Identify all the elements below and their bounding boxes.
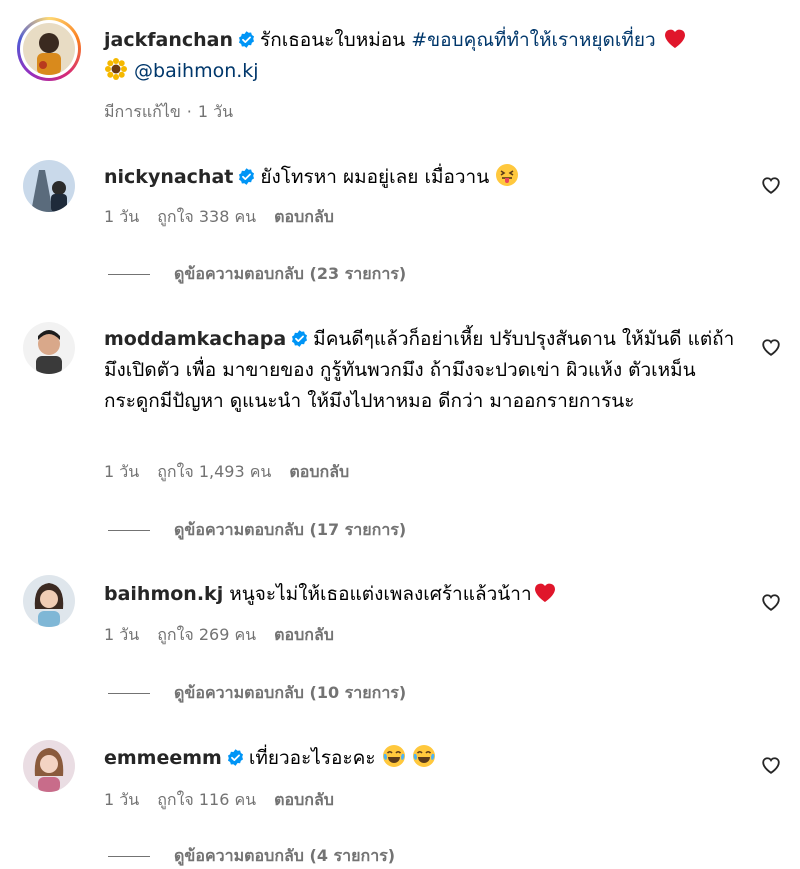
- view-replies-label: ดูข้อความตอบกลับ (23 รายการ): [174, 264, 407, 283]
- comment-text: baihmon.kj หนูจะไม่ให้เธอแต่งเพลงเศร้าแล…: [104, 579, 744, 610]
- comment-body: ยังโทรหา ผมอยู่เลย เมื่อวาน: [260, 166, 490, 188]
- verified-badge-icon: [239, 168, 255, 185]
- sunflower-icon: [105, 58, 127, 80]
- comment-username[interactable]: emmeemm: [104, 747, 222, 769]
- like-heart-icon[interactable]: [760, 174, 782, 196]
- tongue-wink-emoji-icon: [496, 164, 519, 186]
- reply-button[interactable]: ตอบกลับ: [274, 625, 334, 644]
- comment-username[interactable]: baihmon.kj: [104, 583, 223, 605]
- tears-of-joy-emoji-icon: [412, 745, 435, 767]
- likes-count[interactable]: ถูกใจ 116 คน: [157, 790, 256, 809]
- caption-body: รักเธอนะใบหม่อน: [259, 29, 406, 51]
- likes-count[interactable]: ถูกใจ 338 คน: [157, 207, 256, 226]
- reply-button[interactable]: ตอบกลับ: [274, 207, 334, 226]
- comment-text: moddamkachapa มีคนดีๆแล้วก็อย่าเหี้ย ปรับ…: [104, 324, 744, 417]
- caption-hashtag[interactable]: #ขอบคุณที่ทำให้เราหยุดเที่ยว: [411, 29, 655, 51]
- avatar[interactable]: [23, 575, 75, 627]
- likes-count[interactable]: ถูกใจ 1,493 คน: [157, 462, 271, 481]
- comment-time[interactable]: 1 วัน: [104, 207, 139, 226]
- comment-meta: 1 วัน ถูกใจ 269 คน ตอบกลับ: [104, 623, 352, 648]
- post-time[interactable]: 1 วัน: [198, 102, 233, 121]
- view-replies-label: ดูข้อความตอบกลับ (10 รายการ): [174, 683, 407, 702]
- comment-username[interactable]: moddamkachapa: [104, 328, 286, 350]
- view-replies-button[interactable]: ดูข้อความตอบกลับ (4 รายการ): [108, 844, 395, 869]
- like-heart-icon[interactable]: [760, 754, 782, 776]
- avatar[interactable]: [23, 740, 75, 792]
- story-ring[interactable]: [17, 17, 81, 81]
- comment-text: nickynachat ยังโทรหา ผมอยู่เลย เมื่อวาน: [104, 162, 744, 193]
- caption-text: jackfanchan รักเธอนะใบหม่อน #ขอบคุณที่ทำใ…: [104, 25, 744, 87]
- comment-meta: 1 วัน ถูกใจ 338 คน ตอบกลับ: [104, 205, 352, 230]
- verified-badge-icon: [227, 749, 243, 766]
- comment-text: emmeemm เที่ยวอะไรอะคะ: [104, 743, 744, 774]
- comment-meta: 1 วัน ถูกใจ 116 คน ตอบกลับ: [104, 788, 352, 813]
- comment-body: หนูจะไม่ให้เธอแต่งเพลงเศร้าแล้วน้าา: [229, 583, 532, 605]
- red-heart-icon: [534, 583, 555, 602]
- view-replies-button[interactable]: ดูข้อความตอบกลับ (10 รายการ): [108, 681, 406, 706]
- post-caption: jackfanchan รักเธอนะใบหม่อน #ขอบคุณที่ทำใ…: [0, 0, 800, 130]
- divider-line: [108, 274, 150, 275]
- view-replies-label: ดูข้อความตอบกลับ (17 รายการ): [174, 520, 407, 539]
- comment-username[interactable]: nickynachat: [104, 166, 233, 188]
- avatar[interactable]: [23, 322, 75, 374]
- like-heart-icon[interactable]: [760, 336, 782, 358]
- divider-line: [108, 693, 150, 694]
- likes-count[interactable]: ถูกใจ 269 คน: [157, 625, 256, 644]
- post-meta: มีการแก้ไข · 1 วัน: [104, 102, 234, 121]
- comment-meta: 1 วัน ถูกใจ 1,493 คน ตอบกลับ: [104, 460, 367, 485]
- divider-line: [108, 530, 150, 531]
- tears-of-joy-emoji-icon: [382, 745, 405, 767]
- view-replies-button[interactable]: ดูข้อความตอบกลับ (17 รายการ): [108, 518, 406, 543]
- view-replies-label: ดูข้อความตอบกลับ (4 รายการ): [174, 846, 396, 865]
- comment-time[interactable]: 1 วัน: [104, 462, 139, 481]
- view-replies-button[interactable]: ดูข้อความตอบกลับ (23 รายการ): [108, 262, 406, 287]
- avatar[interactable]: [23, 23, 75, 75]
- comment-item: baihmon.kj หนูจะไม่ให้เธอแต่งเพลงเศร้าแล…: [0, 565, 800, 705]
- verified-badge-icon: [292, 330, 308, 347]
- comment-item: nickynachat ยังโทรหา ผมอยู่เลย เมื่อวาน 1…: [0, 150, 800, 283]
- comment-body: เที่ยวอะไรอะคะ: [248, 747, 376, 769]
- divider-line: [108, 856, 150, 857]
- post-username[interactable]: jackfanchan: [104, 29, 233, 51]
- edited-label: มีการแก้ไข: [104, 102, 181, 121]
- red-heart-icon: [664, 29, 685, 48]
- comment-item: emmeemm เที่ยวอะไรอะคะ 1 วัน ถูกใจ 116 คน ต…: [0, 730, 800, 867]
- caption-mention[interactable]: @baihmon.kj: [134, 60, 259, 82]
- verified-badge-icon: [238, 31, 255, 48]
- reply-button[interactable]: ตอบกลับ: [274, 790, 334, 809]
- comment-item: moddamkachapa มีคนดีๆแล้วก็อย่าเหี้ย ปรับ…: [0, 310, 800, 539]
- comment-time[interactable]: 1 วัน: [104, 790, 139, 809]
- reply-button[interactable]: ตอบกลับ: [289, 462, 349, 481]
- like-heart-icon[interactable]: [760, 591, 782, 613]
- comment-time[interactable]: 1 วัน: [104, 625, 139, 644]
- avatar[interactable]: [23, 160, 75, 212]
